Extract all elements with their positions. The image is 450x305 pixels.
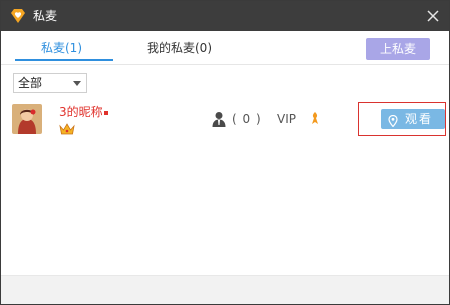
user-icon <box>212 111 226 127</box>
vip-badge-icon <box>310 111 320 125</box>
status-dot-icon <box>103 110 108 115</box>
tab-divider <box>1 64 449 65</box>
viewer-count: ( 0 ) <box>232 112 262 126</box>
location-pin-icon <box>388 113 398 128</box>
nickname-text: 3的昵称 <box>59 105 103 119</box>
close-icon[interactable] <box>425 8 441 24</box>
list-item: 3的昵称 ( 0 ) VIP 观看 <box>1 99 449 139</box>
up-private-mic-button[interactable]: 上私麦 <box>366 38 430 60</box>
heart-diamond-icon <box>10 8 26 24</box>
watch-highlight-frame: 观看 <box>358 102 446 136</box>
filter-selected-value: 全部 <box>18 76 43 90</box>
avatar[interactable] <box>12 104 42 134</box>
tab-bar: 私麦(1) 我的私麦(0) 上私麦 <box>1 31 449 65</box>
chevron-down-icon <box>73 81 81 86</box>
titlebar: 私麦 <box>1 1 449 31</box>
crown-icon <box>59 123 75 135</box>
tab-private-mic[interactable]: 私麦(1) <box>41 40 82 56</box>
filter-dropdown[interactable]: 全部 <box>13 73 87 93</box>
footer-bar <box>1 275 449 304</box>
watch-button-label: 观看 <box>405 112 434 126</box>
private-mic-window: 私麦 私麦(1) 我的私麦(0) 上私麦 全部 3的昵称 (0) VIP 观… <box>0 0 450 305</box>
active-tab-indicator <box>15 59 113 61</box>
watch-button[interactable]: 观看 <box>381 109 445 129</box>
window-title: 私麦 <box>33 9 58 23</box>
tab-my-private-mic[interactable]: 我的私麦(0) <box>147 40 212 56</box>
mic-list: 3的昵称 ( 0 ) VIP 观看 <box>1 99 449 275</box>
vip-label: VIP <box>277 112 296 126</box>
nickname: 3的昵称 <box>59 105 108 119</box>
